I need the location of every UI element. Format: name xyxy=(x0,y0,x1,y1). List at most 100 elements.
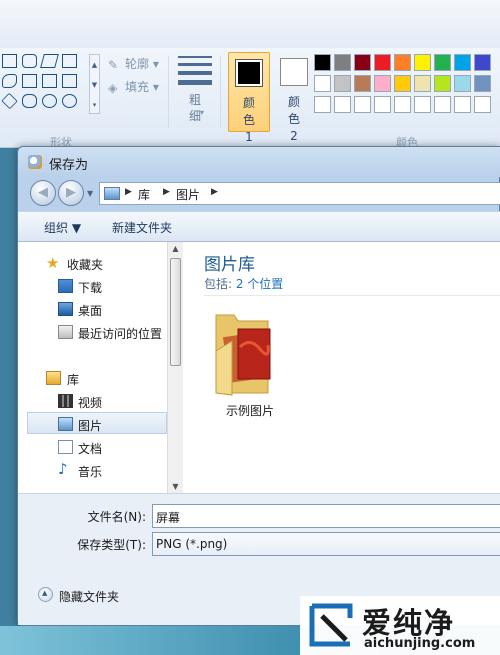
shape-right-arrow-icon[interactable] xyxy=(22,74,37,88)
palette-color-swatch[interactable] xyxy=(354,96,371,113)
desktop-icon xyxy=(58,302,73,316)
palette-color-swatch[interactable] xyxy=(314,54,331,71)
nav-videos[interactable]: 视频 xyxy=(18,390,166,412)
nav-favorites[interactable]: ★ 收藏夹 xyxy=(18,252,166,274)
color2-swatch xyxy=(280,58,308,86)
palette-color-swatch[interactable] xyxy=(354,54,371,71)
nav-recent-places[interactable]: 最近访问的位置 xyxy=(18,321,166,343)
breadcrumb-library[interactable]: 库 xyxy=(138,186,150,203)
palette-color-swatch[interactable] xyxy=(374,54,391,71)
breadcrumb-pictures[interactable]: 图片 xyxy=(176,186,200,203)
documents-icon xyxy=(58,440,73,454)
nav-documents[interactable]: 文档 xyxy=(18,436,166,458)
palette-color-swatch[interactable] xyxy=(434,75,451,92)
filetype-select[interactable]: PNG (*.png) xyxy=(152,532,500,556)
watermark-url: aichunjing.com xyxy=(364,636,476,651)
shape-hexagon-icon[interactable] xyxy=(2,74,17,88)
outline-button[interactable]: ✎ 轮廓 ▾ xyxy=(108,55,159,72)
scrollbar-thumb[interactable] xyxy=(170,258,181,366)
shape-rectangle-icon[interactable] xyxy=(2,54,17,68)
palette-color-swatch[interactable] xyxy=(394,75,411,92)
pictures-icon xyxy=(58,417,73,431)
forward-button[interactable]: ▶ xyxy=(58,180,84,206)
organize-button[interactable]: 组织 ▼ xyxy=(44,219,81,236)
shapes-scroll[interactable]: ▲ ▼ ▾ xyxy=(89,54,100,114)
shape-callout-cloud-icon[interactable] xyxy=(62,94,77,108)
palette-color-swatch[interactable] xyxy=(314,75,331,92)
shape-parallelogram-icon[interactable] xyxy=(40,54,59,68)
palette-color-swatch[interactable] xyxy=(414,75,431,92)
hide-folders-button[interactable]: 隐藏文件夹 xyxy=(59,588,119,605)
palette-color-swatch[interactable] xyxy=(434,96,451,113)
dialog-titlebar[interactable]: 保存为 xyxy=(18,147,500,177)
breadcrumb-separator-icon[interactable]: ▶ xyxy=(163,187,170,197)
address-bar[interactable]: ▶ 库 ▶ 图片 ▶ xyxy=(99,182,500,205)
scroll-up-icon[interactable]: ▲ xyxy=(168,244,183,253)
palette-color-swatch[interactable] xyxy=(334,75,351,92)
palette-color-swatch[interactable] xyxy=(474,96,491,113)
color1-label: 颜色 1 xyxy=(242,96,255,144)
recent-places-icon xyxy=(58,325,73,339)
nav-libraries[interactable]: 库 xyxy=(18,367,166,389)
palette-color-swatch[interactable] xyxy=(454,54,471,71)
back-button[interactable]: ◀ xyxy=(30,180,56,206)
shape-triangle-icon[interactable] xyxy=(62,54,77,68)
color1-button[interactable]: 颜色 1 xyxy=(228,52,270,144)
collapse-chevron-icon[interactable]: ▲ xyxy=(38,587,53,602)
palette-color-swatch[interactable] xyxy=(414,54,431,71)
shape-rounded-rect-icon[interactable] xyxy=(22,54,37,68)
color-palette[interactable] xyxy=(314,54,500,120)
filename-label: 文件名(N): xyxy=(87,510,146,524)
nav-music[interactable]: ♪ 音乐 xyxy=(18,459,166,481)
folder-sample-pictures[interactable] xyxy=(212,307,274,397)
nav-downloads[interactable]: 下载 xyxy=(18,275,166,297)
library-pictures-icon xyxy=(104,187,120,200)
save-as-dialog: 保存为 ◀ ▶ ▼ ▶ 库 ▶ 图片 ▶ 组织 ▼ 新建文件夹 ★ 收藏夹 下载… xyxy=(17,146,500,626)
palette-color-swatch[interactable] xyxy=(454,96,471,113)
shape-star-icon[interactable] xyxy=(1,92,18,110)
palette-color-swatch[interactable] xyxy=(334,54,351,71)
library-title: 图片库 xyxy=(204,255,255,275)
palette-color-swatch[interactable] xyxy=(454,75,471,92)
color2-button[interactable]: 颜色 2 xyxy=(272,52,316,143)
shape-callout-rect-icon[interactable] xyxy=(22,94,37,108)
breadcrumb-separator-icon[interactable]: ▶ xyxy=(125,187,132,197)
library-locations-link[interactable]: 2 个位置 xyxy=(236,277,283,291)
shapes-scroll-down-icon[interactable]: ▼ xyxy=(90,75,99,95)
shape-up-arrow-icon[interactable] xyxy=(62,74,77,88)
ribbon-separator xyxy=(168,56,169,128)
palette-color-swatch[interactable] xyxy=(394,54,411,71)
navigation-pane: ★ 收藏夹 下载 桌面 最近访问的位置 库 视频 图片 文档 ♪ 音乐 ▲ ▼ xyxy=(18,242,183,493)
watermark-logo xyxy=(309,603,353,647)
dialog-content: ★ 收藏夹 下载 桌面 最近访问的位置 库 视频 图片 文档 ♪ 音乐 ▲ ▼ … xyxy=(18,242,500,493)
scroll-down-icon[interactable]: ▼ xyxy=(168,482,183,491)
navpane-scrollbar[interactable]: ▲ ▼ xyxy=(167,242,183,493)
filename-input[interactable]: 屏幕 xyxy=(152,504,500,528)
breadcrumb-separator-icon[interactable]: ▶ xyxy=(211,187,218,197)
palette-color-swatch[interactable] xyxy=(474,75,491,92)
nav-pictures[interactable]: 图片 xyxy=(27,412,167,434)
new-folder-button[interactable]: 新建文件夹 xyxy=(112,219,172,236)
palette-color-swatch[interactable] xyxy=(394,96,411,113)
palette-color-swatch[interactable] xyxy=(434,54,451,71)
palette-color-swatch[interactable] xyxy=(374,96,391,113)
shapes-scroll-up-icon[interactable]: ▲ xyxy=(90,55,99,75)
palette-color-swatch[interactable] xyxy=(354,75,371,92)
palette-color-swatch[interactable] xyxy=(334,96,351,113)
size-lines-icon[interactable] xyxy=(178,56,212,86)
fill-bucket-icon: ◈ xyxy=(108,81,118,95)
shape-left-arrow-icon[interactable] xyxy=(42,74,57,88)
size-dropdown-icon[interactable]: ▾ xyxy=(200,108,204,117)
palette-color-swatch[interactable] xyxy=(374,75,391,92)
watermark: 爱纯净 aichunjing.com xyxy=(300,596,500,655)
palette-color-swatch[interactable] xyxy=(314,96,331,113)
palette-color-swatch[interactable] xyxy=(474,54,491,71)
shape-callout-oval-icon[interactable] xyxy=(42,94,57,108)
shapes-expand-icon[interactable]: ▾ xyxy=(90,95,99,115)
recent-pages-dropdown-icon[interactable]: ▼ xyxy=(87,189,93,198)
nav-desktop[interactable]: 桌面 xyxy=(18,298,166,320)
fill-button[interactable]: ◈ 填充 ▾ xyxy=(108,78,159,95)
palette-color-swatch[interactable] xyxy=(414,96,431,113)
navigation-bar: ◀ ▶ ▼ ▶ 库 ▶ 图片 ▶ xyxy=(18,177,500,211)
dialog-toolbar: 组织 ▼ 新建文件夹 xyxy=(18,211,500,242)
